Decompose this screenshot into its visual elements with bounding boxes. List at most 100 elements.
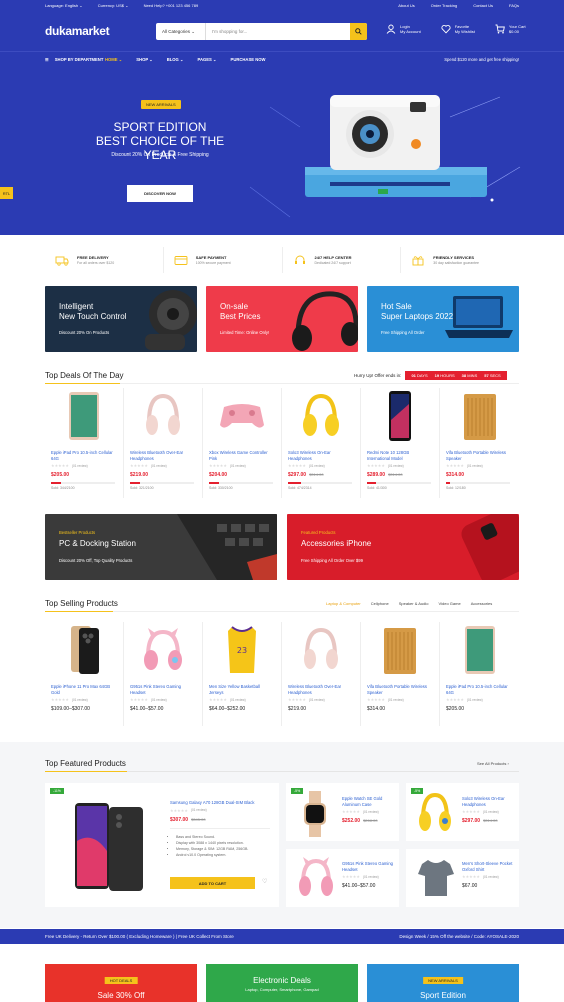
cart-link[interactable]: Your Cart $0.00 (495, 24, 526, 34)
discover-now-button[interactable]: DISCOVER NOW (127, 185, 193, 202)
product-card[interactable]: Epple iPad Pro 10.5-inch Cellular 64G ★★… (440, 622, 519, 726)
deals-row: Epple iPad Pro 10.5-inch Cellular 64G ★★… (45, 388, 519, 498)
hurry-text: Hurry Up! Offer ends in: (354, 373, 402, 378)
watch-image (304, 791, 326, 837)
keyboard-image (177, 514, 277, 580)
help-phone: Need Help? +001 123 456 789 (143, 3, 199, 8)
stock-bar (209, 482, 220, 484)
nav-purchase-now[interactable]: PURCHASE NOW (231, 57, 266, 62)
see-all-products-link[interactable]: See All Products › (477, 761, 509, 766)
wishlist-label: My Wishlist (454, 29, 475, 34)
featured-small-card[interactable]: G951s Pink Stereo Gaming Headset ★★★★★ (… (286, 849, 399, 907)
featured-main-card[interactable]: -11% Samsung Galaxy A70 128GB Dual-SIM B… (45, 783, 279, 907)
banner-tag: Featured Products (301, 530, 336, 535)
product-card[interactable]: Xbox Wireless Game Controller Pink ★★★★★… (203, 388, 282, 498)
banner-accessories-iphone[interactable]: Featured Products Accessories iPhone Fre… (287, 514, 519, 580)
ipad-image (69, 392, 99, 440)
user-icon (386, 24, 396, 34)
nav-shop[interactable]: SHOP ⌄ (136, 57, 152, 62)
featured-title: Top Featured Products (45, 759, 126, 768)
category-select[interactable]: All Categories ⌄ (156, 23, 206, 40)
product-card[interactable]: Wireless Bluetooth Over-Ear Headphones ★… (124, 388, 203, 498)
product-card[interactable]: Wireless Bluetooth Over-Ear Headphones ★… (282, 622, 361, 726)
tab-laptop-computer[interactable]: Laptop & Computer (326, 601, 361, 606)
iphone-image (461, 514, 519, 580)
nav-pages[interactable]: PAGES ⌄ (198, 57, 217, 62)
bottom-banner-sport[interactable]: NEW ARRIVALS Sport Edition (367, 964, 519, 1002)
service-help-center: 24/7 HELP CENTER Dedicated 24/7 support (283, 247, 402, 273)
tab-speaker-audio[interactable]: Speaker & Audio (399, 601, 429, 606)
banner-title: Accessories iPhone (301, 539, 372, 548)
jersey-image: 23 (228, 626, 256, 673)
headphones-image (292, 291, 358, 351)
nav-home[interactable]: HOME ⌄ (105, 57, 122, 62)
stock-bar (130, 482, 140, 484)
card-icon (174, 255, 188, 265)
headphones-image (304, 627, 338, 669)
service-free-delivery: FREE DELIVERY For all orders over $120 (45, 247, 164, 273)
discount-badge: -11% (50, 788, 64, 794)
iphone-image (71, 626, 99, 674)
banner-pc-docking[interactable]: Bestseller Products PC & Docking Station… (45, 514, 277, 580)
promo-banner-laptops[interactable]: Hot Sale Super Laptops 2022 Free Shipping… (367, 286, 519, 352)
featured-small-card[interactable]: -5% Solo3 Wireless On-Ear Headphones ★★★… (406, 783, 519, 841)
tab-cellphone[interactable]: Cellphone (371, 601, 389, 606)
tab-accessories[interactable]: Accessories (471, 601, 493, 606)
main-nav: ☰ SHOP BY DEPARTMENT HOME ⌄ SHOP ⌄ BLOG … (0, 51, 564, 67)
bottom-banner-sale[interactable]: HOT DEALS Sale 30% Off (45, 964, 197, 1002)
search-input[interactable]: I'm shopping for... (206, 29, 350, 34)
hero-slider: NEW ARRIVALS SPORT EDITION BEST CHOICE O… (0, 67, 564, 235)
search-button[interactable] (350, 23, 367, 40)
search-icon (355, 28, 362, 35)
product-card[interactable]: Epple iPhone 11 Pro Max 64GB Gold ★★★★★ … (45, 622, 124, 726)
hero-badge: NEW ARRIVALS (141, 100, 181, 109)
wishlist-link[interactable]: Favorite My Wishlist (441, 24, 475, 34)
product-card[interactable]: Solo3 Wireless On-Ear Headphones ★★★★★ (… (282, 388, 361, 498)
link-order-tracking[interactable]: Order Tracking (431, 3, 457, 8)
product-card[interactable]: G951s Pink Stereo Gaming Headset ★★★★★ (… (124, 622, 203, 726)
product-card[interactable]: Epple iPad Pro 10.5-inch Cellular 64G ★★… (45, 388, 124, 498)
speaker-image (384, 628, 416, 674)
product-card[interactable]: Redmi Note 10 128GB International Model … (361, 388, 440, 498)
login-link[interactable]: Login My Account (386, 24, 421, 34)
delivery-bar: Free UK Delivery - Return Over $100.00 (… (0, 929, 564, 944)
svg-text:23: 23 (237, 646, 247, 655)
hero-title-line1: SPORT EDITION (113, 120, 207, 134)
bottom-banner-electronic[interactable]: Electronic Deals Laptop, Computer, Smart… (206, 964, 358, 1002)
featured-small-card[interactable]: -5% Epple Watch SE Gold Aluminum Case ★★… (286, 783, 399, 841)
shirt-image (418, 860, 454, 896)
product-card[interactable]: 23 Men Size Yellow Basketball Jerseys ★★… (203, 622, 282, 726)
site-logo[interactable]: dukamarket (45, 24, 110, 38)
speaker-image (463, 394, 496, 440)
category-tabs: Laptop & Computer Cellphone Speaker & Au… (326, 601, 492, 606)
link-contact-us[interactable]: Contact Us (473, 3, 493, 8)
featured-small-card[interactable]: Men's Short-Sleeve Pocket Oxford Shirt ★… (406, 849, 519, 907)
headphones-image (419, 792, 451, 831)
service-friendly: FRIENDLY SERVICES 30 day satisfaction gua… (401, 247, 519, 273)
wishlist-heart-icon[interactable]: ♡ (262, 878, 267, 885)
product-card[interactable]: Vifa Bluetooth Portable Wireless Speaker… (440, 388, 519, 498)
promo-banner-touch-control[interactable]: Intelligent New Touch Control Discount 20… (45, 286, 197, 352)
speaker-image (145, 290, 197, 350)
banner-tag: Bestseller Products (59, 530, 96, 535)
selling-row: Epple iPhone 11 Pro Max 64GB Gold ★★★★★ … (45, 622, 519, 726)
promo-banner-best-prices[interactable]: On-sale Best Prices Limited Time: Online … (206, 286, 358, 352)
link-about-us[interactable]: About Us (398, 3, 414, 8)
rtl-toggle[interactable]: RTL (0, 187, 13, 199)
tab-video-game[interactable]: Video Game (439, 601, 461, 606)
currency-selector[interactable]: Currency: US$ ⌄ (98, 3, 129, 8)
product-card[interactable]: Vifa Bluetooth Portable Wireless Speaker… (361, 622, 440, 726)
headphones-image (146, 393, 180, 435)
stock-bar (446, 482, 451, 484)
cart-icon (495, 24, 505, 34)
add-to-cart-button[interactable]: ADD TO CART (170, 877, 255, 889)
search-bar: All Categories ⌄ I'm shopping for... (156, 23, 367, 40)
shop-by-department[interactable]: ☰ SHOP BY DEPARTMENT (10, 57, 110, 62)
deal-countdown: Hurry Up! Offer ends in: 01 DAYS 19 HOUR… (354, 371, 507, 380)
language-selector[interactable]: Language: English ⌄ (45, 3, 83, 8)
link-faqs[interactable]: FAQs (509, 3, 519, 8)
promo-code: Design Week / 15% Off the website / Code… (399, 934, 519, 939)
header: dukamarket All Categories ⌄ I'm shopping… (0, 11, 564, 51)
nav-blog[interactable]: BLOG ⌄ (167, 57, 184, 62)
support-icon (294, 255, 305, 264)
